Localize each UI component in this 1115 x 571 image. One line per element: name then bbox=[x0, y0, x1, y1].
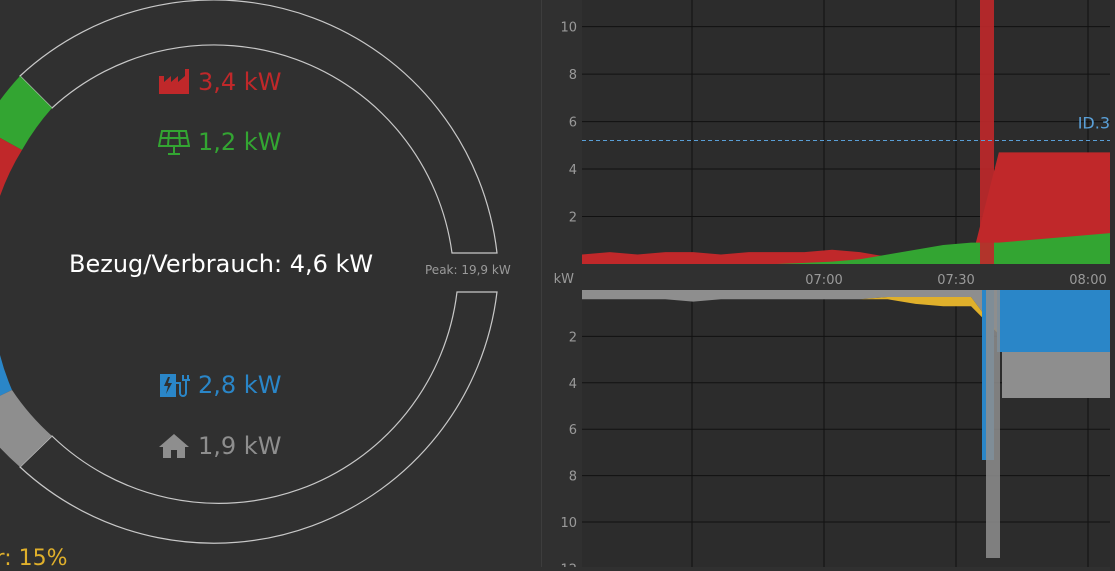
upper-y-tick-label: 10 bbox=[560, 21, 577, 36]
lower-y-tick-label: 10 bbox=[560, 516, 577, 531]
lower-y-tick-label: 4 bbox=[569, 377, 577, 392]
reference-line-label: ID.3 bbox=[1078, 114, 1110, 133]
grid-value: 3,4 kW bbox=[198, 68, 282, 96]
solar-value: 1,2 kW bbox=[198, 128, 282, 156]
lower-y-unit-label: kW bbox=[554, 272, 575, 287]
ev-charger-icon bbox=[160, 374, 190, 397]
peak-label: Peak: 19,9 kW bbox=[425, 263, 511, 277]
upper-y-tick-label: 2 bbox=[569, 211, 577, 226]
power-chart: ID.3 2 4 6 8 10 2 4 6 8 10 12 kW 07:00 07:30 08:00 bbox=[554, 0, 1110, 567]
x-tick-label: 08:00 bbox=[1069, 273, 1106, 288]
house-value: 1,9 kW bbox=[198, 432, 282, 460]
wallbox-reading: 2,8 kW bbox=[158, 371, 281, 399]
gauge-ring-outline bbox=[19, 0, 498, 254]
power-gauge: 3,4 kW 1,2 kW 2,8 kW 1,9 kW Bezug/Verbra… bbox=[0, 0, 540, 571]
chart-grid bbox=[582, 0, 1110, 567]
gauge-segment-house bbox=[0, 390, 52, 467]
upper-y-tick-label: 8 bbox=[569, 68, 577, 83]
house-spike bbox=[986, 290, 1000, 558]
gauge-segment-solar bbox=[0, 76, 52, 150]
x-tick-label: 07:30 bbox=[937, 273, 974, 288]
lower-y-tick-label: 12 bbox=[560, 562, 577, 567]
wallbox-area bbox=[997, 290, 1110, 352]
solar-reading: 1,2 kW bbox=[158, 128, 281, 156]
house-reading: 1,9 kW bbox=[158, 432, 281, 460]
grid-spike bbox=[980, 0, 994, 264]
house-icon bbox=[159, 434, 189, 458]
house-area-right bbox=[1002, 352, 1110, 398]
wallbox-value: 2,8 kW bbox=[198, 371, 282, 399]
solar-panel-icon bbox=[158, 130, 190, 155]
lower-y-tick-label: 8 bbox=[569, 470, 577, 485]
upper-y-tick-label: 6 bbox=[569, 116, 577, 131]
consumption-label: Bezug/Verbrauch: 4,6 kW bbox=[69, 250, 374, 278]
factory-icon bbox=[159, 69, 189, 94]
lower-y-tick-label: 6 bbox=[569, 423, 577, 438]
x-tick-label: 07:00 bbox=[805, 273, 842, 288]
lower-y-tick-label: 2 bbox=[569, 330, 577, 345]
upper-y-tick-label: 4 bbox=[569, 163, 577, 178]
grid-reading: 3,4 kW bbox=[158, 68, 281, 96]
share-label: er: 15% bbox=[0, 546, 68, 571]
gauge-ring-outline-lower bbox=[19, 291, 498, 544]
